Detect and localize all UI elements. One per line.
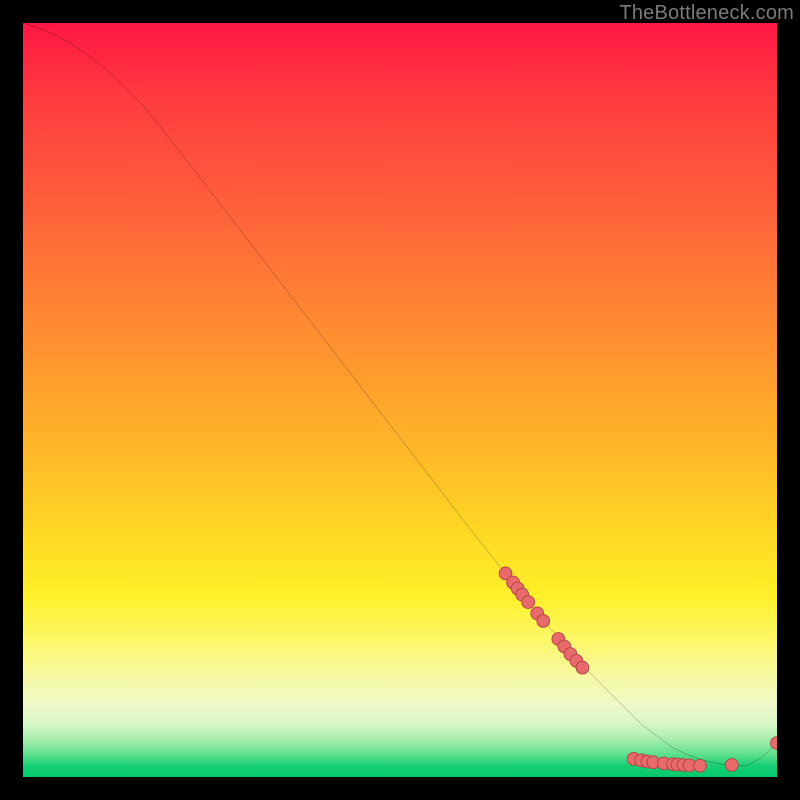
marker-dot <box>537 615 550 628</box>
marker-dot <box>771 737 777 750</box>
chart-stage: TheBottleneck.com <box>0 0 800 800</box>
marker-dot <box>725 759 738 772</box>
watermark-text: TheBottleneck.com <box>619 2 794 25</box>
chart-svg <box>23 23 777 777</box>
highlighted-points-group <box>499 567 777 772</box>
bottleneck-curve-line <box>23 23 777 766</box>
marker-dot <box>576 661 589 674</box>
marker-dot <box>694 759 707 772</box>
marker-dot <box>522 596 535 609</box>
plot-area <box>23 23 777 777</box>
